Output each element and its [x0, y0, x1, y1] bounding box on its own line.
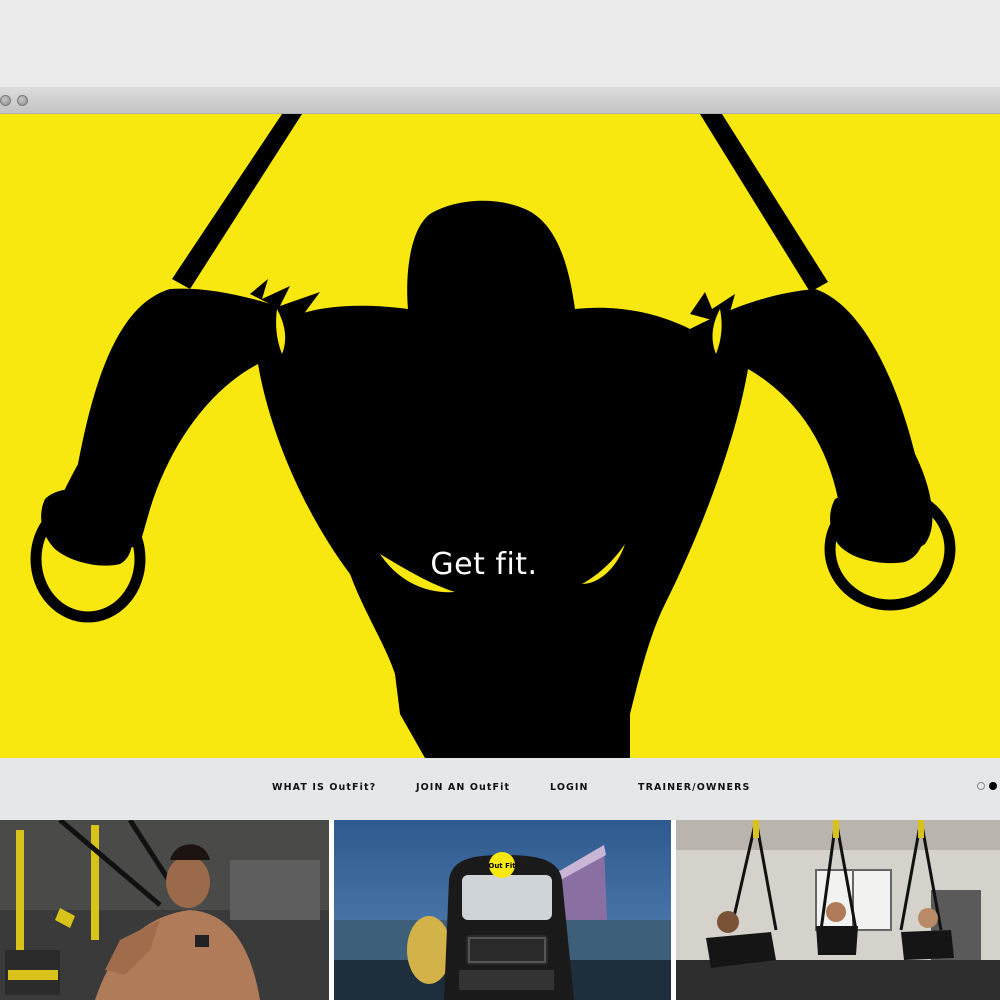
window-close-icon[interactable]: [0, 95, 11, 106]
athlete-silhouette: [30, 114, 956, 758]
tile-outfit-van[interactable]: Out Fit: [334, 820, 671, 1000]
nav-trainer-owners[interactable]: TRAINER/OWNERS: [638, 782, 750, 793]
outfit-van-photo: Out Fit: [334, 820, 671, 1000]
gym-athlete-photo: [0, 820, 329, 1000]
tile-gym-athlete[interactable]: [0, 820, 329, 1000]
trx-group-photo: [676, 820, 1000, 1000]
window-title-bar: [0, 87, 1000, 114]
window-minimize-icon[interactable]: [17, 95, 28, 106]
carousel-dot-1[interactable]: [977, 782, 985, 790]
van-logo-text: Out Fit: [488, 862, 516, 870]
tile-trx-group-training[interactable]: [676, 820, 1000, 1000]
main-navigation: WHAT IS OutFit? JOIN AN OutFit LOGIN TRA…: [0, 758, 1000, 820]
carousel-dot-2-active[interactable]: [989, 782, 997, 790]
nav-join-an-outfit[interactable]: JOIN AN OutFit: [416, 782, 510, 793]
nav-what-is-outfit[interactable]: WHAT IS OutFit?: [272, 782, 376, 793]
hero-headline: Get fit.: [430, 547, 538, 582]
hero-banner: Get fit.: [0, 114, 1000, 758]
feature-tiles: Out Fit: [0, 820, 1000, 1000]
browser-page: Get fit. WHAT IS OutFit? JOIN AN OutFit …: [0, 0, 1000, 1000]
nav-login[interactable]: LOGIN: [550, 782, 589, 793]
